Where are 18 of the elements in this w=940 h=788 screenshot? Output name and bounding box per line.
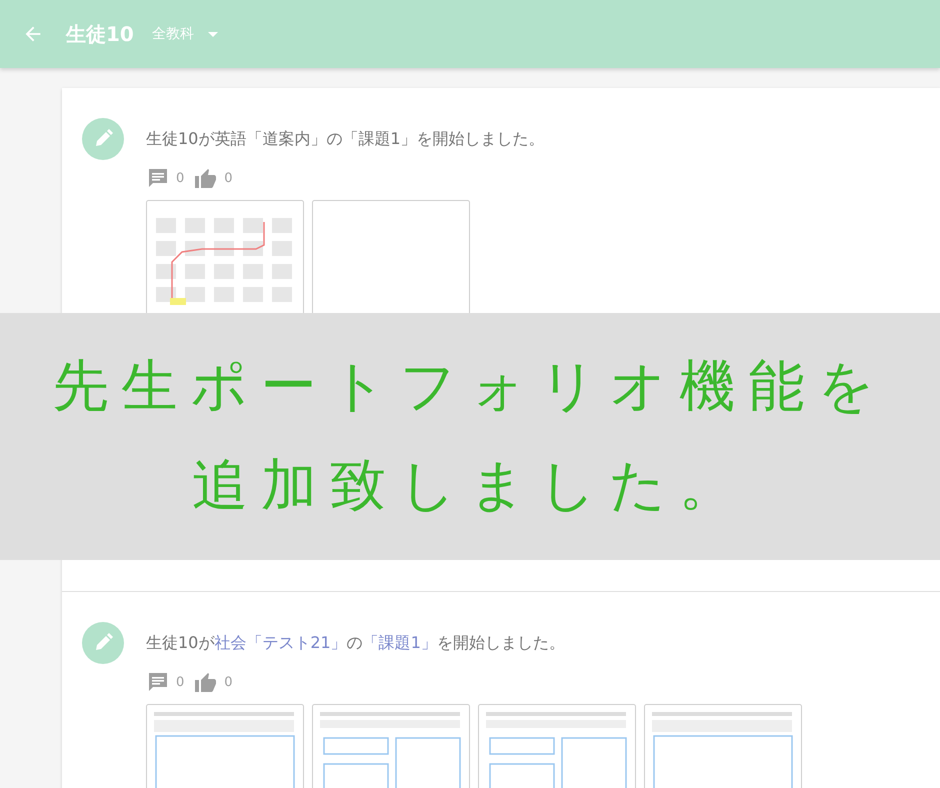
activity-message: 生徒10が英語「道案内」の「課題1」を開始しました。 [146,128,545,150]
comment-icon[interactable] [146,166,170,190]
announcement-text: 追加致しました。 [192,454,748,518]
comment-count: 0 [176,674,184,690]
pencil-avatar-icon [82,118,124,160]
comment-count: 0 [176,170,184,186]
student-name: 生徒10 [66,20,134,48]
activity-message: 生徒10が社会「テスト21」の「課題1」を開始しました。 [146,632,565,654]
announcement-text: 先生ポートフォリオ機能を [52,355,888,420]
thumbs-up-icon[interactable] [194,670,218,694]
comment-icon[interactable] [146,670,170,694]
like-count: 0 [224,674,233,690]
like-count: 0 [224,170,233,186]
caret-icon[interactable] [208,32,218,36]
assignment-link[interactable]: 社会「テスト21」 [214,632,347,652]
thumbs-up-icon[interactable] [194,166,218,190]
pencil-avatar-icon [82,622,124,664]
assignment-link[interactable]: 「課題1」 [362,632,437,652]
